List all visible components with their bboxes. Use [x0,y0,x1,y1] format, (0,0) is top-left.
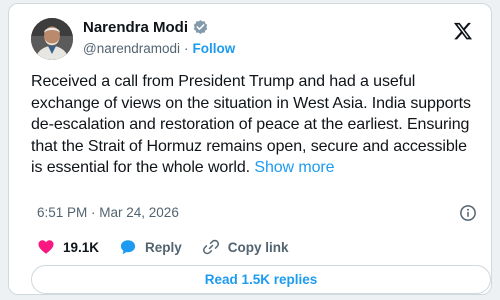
show-more-link[interactable]: Show more [254,159,334,176]
copy-link-button[interactable]: Copy link [202,238,289,256]
author-display-name[interactable]: Narendra Modi [83,19,188,36]
action-bar: 19.1K Reply Copy link [37,238,309,256]
copy-link-label: Copy link [227,239,289,255]
link-icon [202,238,220,256]
handle-separator: · [184,41,189,56]
info-icon[interactable] [459,204,477,222]
post-card: Narendra Modi @narendramodi · Follow Rec… [8,3,492,295]
reply-button[interactable]: Reply [119,238,182,256]
tweet-timestamp[interactable]: 6:51 PM · Mar 24, 2026 [37,205,179,220]
reply-bubble-icon [119,238,137,256]
reply-label: Reply [145,239,182,255]
author-handle[interactable]: @narendramodi [83,41,180,56]
author-name-row: Narendra Modi [83,19,209,36]
verified-badge-icon [192,19,209,36]
tweet-body: Received a call from President Trump and… [31,73,471,176]
like-count: 19.1K [63,239,100,255]
x-logo-icon[interactable] [453,21,473,41]
follow-button[interactable]: Follow [193,41,236,56]
tweet-text: Received a call from President Trump and… [31,71,481,179]
author-handle-row: @narendramodi · Follow [83,41,235,56]
read-replies-button[interactable]: Read 1.5K replies [31,265,491,294]
avatar[interactable] [31,18,73,60]
heart-icon [37,238,55,256]
like-button[interactable]: 19.1K [37,238,99,256]
